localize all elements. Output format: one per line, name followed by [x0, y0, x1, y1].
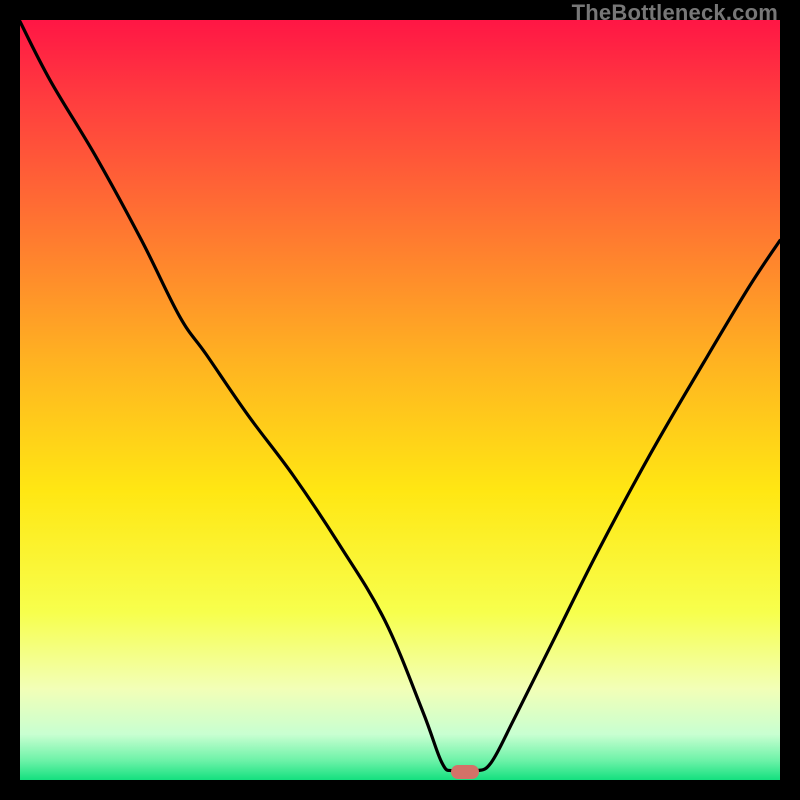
bottleneck-chart [20, 20, 780, 780]
watermark-text: TheBottleneck.com [572, 0, 778, 26]
gradient-background [20, 20, 780, 780]
optimal-point-marker [451, 765, 479, 779]
chart-frame [20, 20, 780, 780]
